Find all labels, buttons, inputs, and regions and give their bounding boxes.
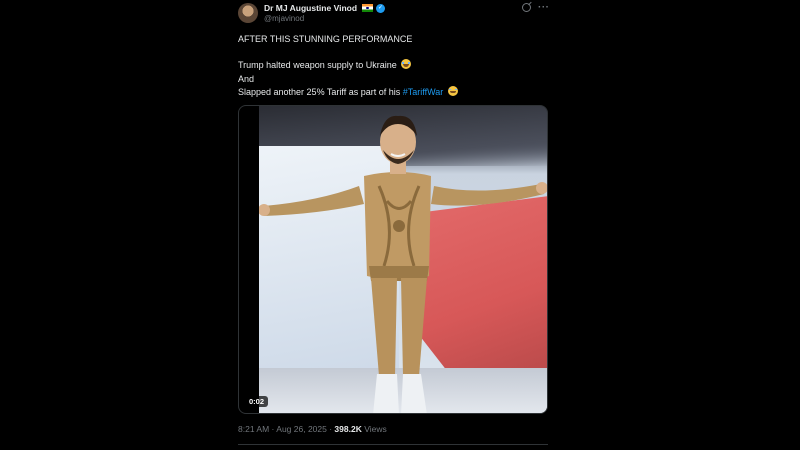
tweet-line-2-text: Trump halted weapon supply to Ukraine (238, 60, 397, 71)
tweet-meta: 8:21 AM · Aug 26, 2025 · 398.2K Views (238, 424, 387, 434)
tweet-line-3: And (238, 73, 255, 84)
laughing-emoji-icon (447, 85, 458, 96)
verified-badge-icon[interactable]: ✓ (376, 3, 386, 13)
views-label: Views (361, 424, 387, 434)
india-flag-icon (362, 4, 374, 12)
more-options-icon[interactable]: ··· (538, 3, 550, 13)
video-duration-badge: 0:02 (245, 396, 269, 407)
tweet-time[interactable]: 8:21 AM (238, 424, 269, 434)
grok-icon[interactable] (522, 3, 531, 12)
views-count: 398.2K (334, 424, 362, 434)
video-player[interactable]: 0:02 (238, 105, 548, 414)
author-handle[interactable]: @mjavinod (264, 14, 304, 23)
tweet-card: Dr MJ Augustine Vinod ✓ @mjavinod ··· AF… (226, 0, 556, 450)
author-name-row: Dr MJ Augustine Vinod ✓ (264, 3, 386, 13)
author-display-name[interactable]: Dr MJ Augustine Vinod (264, 3, 357, 13)
tweet-date[interactable]: Aug 26, 2025 (276, 424, 327, 434)
laughing-emoji-icon (401, 59, 412, 70)
performer-figure (259, 115, 547, 413)
tweet-line-1: AFTER THIS STUNNING PERFORMANCE (238, 34, 413, 44)
tweet-line-2: Trump halted weapon supply to Ukraine (238, 59, 548, 72)
tweet-line-4-text: Slapped another 25% Tariff as part of hi… (238, 86, 403, 97)
tweet-header-actions: ··· (522, 3, 550, 13)
tweet-line-4: Slapped another 25% Tariff as part of hi… (238, 85, 548, 99)
avatar[interactable] (238, 3, 258, 23)
divider (238, 444, 548, 445)
video-frame[interactable] (259, 106, 547, 413)
hashtag-link[interactable]: #TariffWar (403, 87, 444, 97)
tweet-text: AFTER THIS STUNNING PERFORMANCE Trump ha… (238, 33, 548, 99)
